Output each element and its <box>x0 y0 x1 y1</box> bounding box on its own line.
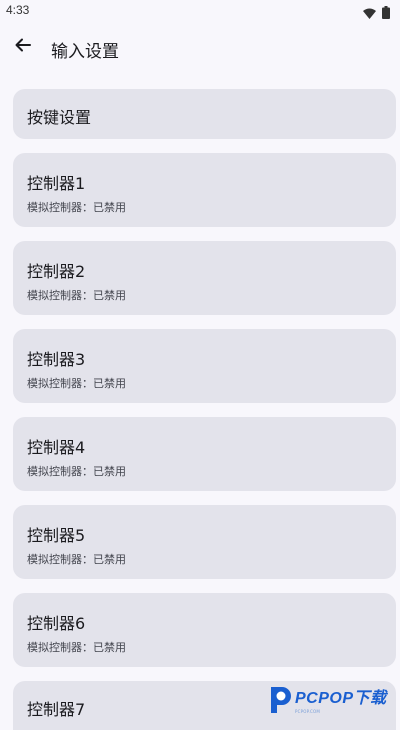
controller-title: 控制器4 <box>27 438 86 457</box>
battery-icon <box>382 4 390 23</box>
watermark-subtext: PCPOP.COM <box>295 708 321 714</box>
status-bar: 4:33 <box>0 0 400 24</box>
controller-title: 控制器2 <box>27 262 86 281</box>
key-settings-item[interactable]: 按键设置 <box>13 89 396 139</box>
pcpop-logo-icon <box>268 685 292 719</box>
controller-4-item[interactable]: 控制器4 模拟控制器：已禁用 <box>13 417 396 491</box>
controller-status: 模拟控制器：已禁用 <box>27 201 126 214</box>
controller-status: 模拟控制器：已禁用 <box>27 377 126 390</box>
wifi-icon <box>363 4 376 23</box>
controller-2-item[interactable]: 控制器2 模拟控制器：已禁用 <box>13 241 396 315</box>
key-settings-label: 按键设置 <box>27 108 92 127</box>
watermark-text: PCPOP下载 <box>295 689 387 707</box>
controller-5-item[interactable]: 控制器5 模拟控制器：已禁用 <box>13 505 396 579</box>
controller-status: 模拟控制器：已禁用 <box>27 641 126 654</box>
controller-title: 控制器1 <box>27 174 86 193</box>
controller-status: 模拟控制器：已禁用 <box>27 553 126 566</box>
arrow-left-icon <box>14 36 32 58</box>
controller-title: 控制器3 <box>27 350 86 369</box>
controller-status: 模拟控制器：已禁用 <box>27 465 126 478</box>
status-icons <box>363 4 390 23</box>
controller-title: 控制器7 <box>27 700 86 719</box>
watermark: PCPOP下载 PCPOP.COM <box>268 684 396 720</box>
controller-status: 模拟控制器：已禁用 <box>27 289 126 302</box>
controller-title: 控制器5 <box>27 526 86 545</box>
back-button[interactable] <box>10 34 36 60</box>
controller-title: 控制器6 <box>27 614 86 633</box>
status-time: 4:33 <box>6 3 30 17</box>
app-bar: 输入设置 <box>0 26 400 70</box>
page-title: 输入设置 <box>51 42 119 62</box>
controller-1-item[interactable]: 控制器1 模拟控制器：已禁用 <box>13 153 396 227</box>
controller-3-item[interactable]: 控制器3 模拟控制器：已禁用 <box>13 329 396 403</box>
controller-6-item[interactable]: 控制器6 模拟控制器：已禁用 <box>13 593 396 667</box>
